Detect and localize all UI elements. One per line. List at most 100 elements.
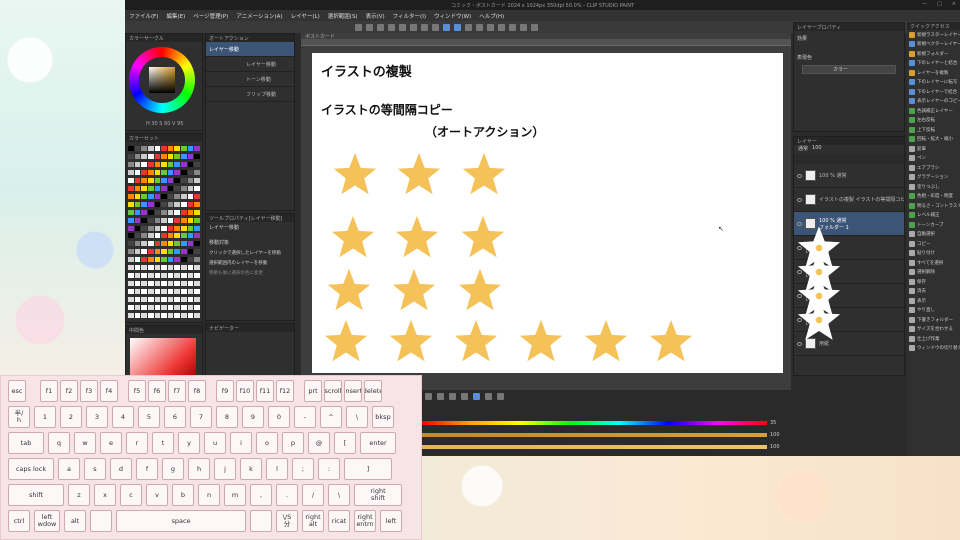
color-swatch[interactable] — [174, 169, 181, 175]
color-swatch[interactable] — [167, 273, 174, 279]
color-swatch[interactable] — [181, 241, 187, 247]
quick-access-item[interactable]: 下のレイヤーに転写 — [907, 78, 960, 88]
color-swatch[interactable] — [167, 233, 174, 239]
quick-access-item[interactable]: コピー — [907, 239, 960, 249]
color-swatch[interactable] — [154, 217, 161, 223]
option-checkbox[interactable]: クリックで選択したレイヤーを移動 — [206, 248, 294, 258]
color-swatch[interactable] — [181, 185, 187, 191]
color-swatch[interactable] — [154, 297, 161, 303]
color-swatch[interactable] — [128, 146, 134, 151]
quick-access-item[interactable]: 色調補正レイヤー — [907, 106, 960, 116]
color-swatch[interactable] — [141, 313, 147, 319]
color-swatch[interactable] — [174, 281, 181, 287]
color-swatch[interactable] — [187, 146, 194, 151]
color-swatch[interactable] — [167, 249, 174, 255]
key[interactable]: left wdow — [34, 510, 60, 532]
color-swatch[interactable] — [167, 169, 174, 175]
color-swatch[interactable] — [161, 305, 167, 311]
key[interactable]: \ — [346, 406, 368, 428]
quick-access-item[interactable]: 明るさ・コントラスト — [907, 201, 960, 211]
quick-access-item[interactable]: 下のレイヤーで結合 — [907, 87, 960, 97]
color-swatch[interactable] — [141, 209, 147, 215]
color-swatch[interactable] — [174, 146, 181, 151]
color-swatch[interactable] — [181, 249, 187, 255]
color-swatch[interactable] — [128, 201, 134, 207]
color-swatch[interactable] — [174, 177, 181, 183]
color-swatch[interactable] — [134, 265, 141, 271]
color-swatch[interactable] — [181, 273, 187, 279]
color-swatch[interactable] — [194, 146, 200, 151]
color-swatch[interactable] — [167, 281, 174, 287]
key[interactable]: f7 — [168, 380, 186, 402]
color-swatch[interactable] — [134, 146, 141, 151]
color-swatch[interactable] — [134, 153, 141, 159]
key[interactable]: 半/ h — [8, 406, 30, 428]
quick-access-item[interactable]: グラデーション — [907, 173, 960, 183]
color-swatch[interactable] — [187, 161, 194, 167]
color-swatch[interactable] — [194, 201, 200, 207]
color-swatch[interactable] — [187, 193, 194, 199]
opacity-value[interactable]: 100 — [812, 145, 822, 154]
color-swatch[interactable] — [161, 153, 167, 159]
key[interactable]: f4 — [100, 380, 118, 402]
color-swatch[interactable] — [147, 265, 154, 271]
color-swatch[interactable] — [141, 193, 147, 199]
color-swatch[interactable] — [134, 313, 141, 319]
color-swatch[interactable] — [181, 161, 187, 167]
color-swatch[interactable] — [134, 225, 141, 231]
color-swatch[interactable] — [161, 313, 167, 319]
color-swatch[interactable] — [194, 249, 200, 255]
color-swatch[interactable] — [194, 297, 200, 303]
color-swatch[interactable] — [187, 185, 194, 191]
color-swatch[interactable] — [154, 305, 161, 311]
key[interactable]: 0 — [268, 406, 290, 428]
quick-access-item[interactable]: 新規ベクターレイヤー — [907, 40, 960, 50]
key[interactable]: h — [188, 458, 210, 480]
color-swatch[interactable] — [141, 169, 147, 175]
key[interactable]: scroll — [324, 380, 342, 402]
color-swatch[interactable] — [167, 225, 174, 231]
key[interactable]: insert — [344, 380, 362, 402]
color-swatch[interactable] — [187, 153, 194, 159]
color-swatch[interactable] — [187, 257, 194, 263]
color-swatch[interactable] — [154, 225, 161, 231]
key[interactable]: w — [74, 432, 96, 454]
color-swatch[interactable] — [134, 233, 141, 239]
color-swatch[interactable] — [187, 297, 194, 303]
key[interactable]: a — [58, 458, 80, 480]
color-swatch[interactable] — [174, 249, 181, 255]
color-swatch[interactable] — [167, 289, 174, 295]
color-swatch[interactable] — [147, 153, 154, 159]
color-swatch[interactable] — [174, 225, 181, 231]
key[interactable]: f1 — [40, 380, 58, 402]
quick-access-item[interactable]: レベル補正 — [907, 211, 960, 221]
key[interactable]: shift — [8, 484, 64, 506]
color-swatch[interactable] — [174, 289, 181, 295]
color-swatch[interactable] — [154, 201, 161, 207]
color-swatch[interactable] — [187, 209, 194, 215]
color-swatch[interactable] — [147, 193, 154, 199]
color-swatch[interactable] — [141, 153, 147, 159]
color-swatch[interactable] — [161, 265, 167, 271]
key[interactable]: , — [250, 484, 272, 506]
color-swatch[interactable] — [154, 169, 161, 175]
color-swatch[interactable] — [161, 297, 167, 303]
ruler-icon[interactable] — [487, 23, 494, 31]
quick-access-item[interactable]: 消去 — [907, 287, 960, 297]
key[interactable]: prt — [304, 380, 322, 402]
key[interactable]: q — [48, 432, 70, 454]
color-swatch[interactable] — [134, 257, 141, 263]
color-swatch[interactable] — [141, 161, 147, 167]
color-swatch[interactable] — [167, 305, 174, 311]
blend-mode-select[interactable]: 通常 — [798, 145, 808, 154]
quick-access-item[interactable]: 自動選択 — [907, 230, 960, 240]
color-swatch[interactable] — [167, 201, 174, 207]
color-swatch[interactable] — [187, 201, 194, 207]
key[interactable]: f — [136, 458, 158, 480]
color-swatch[interactable] — [167, 265, 174, 271]
color-swatch[interactable] — [181, 289, 187, 295]
settings-icon[interactable] — [509, 23, 516, 31]
color-swatch[interactable] — [187, 177, 194, 183]
quick-access-item[interactable]: ウィンドウの切り替え — [907, 344, 960, 354]
key[interactable]: - — [294, 406, 316, 428]
